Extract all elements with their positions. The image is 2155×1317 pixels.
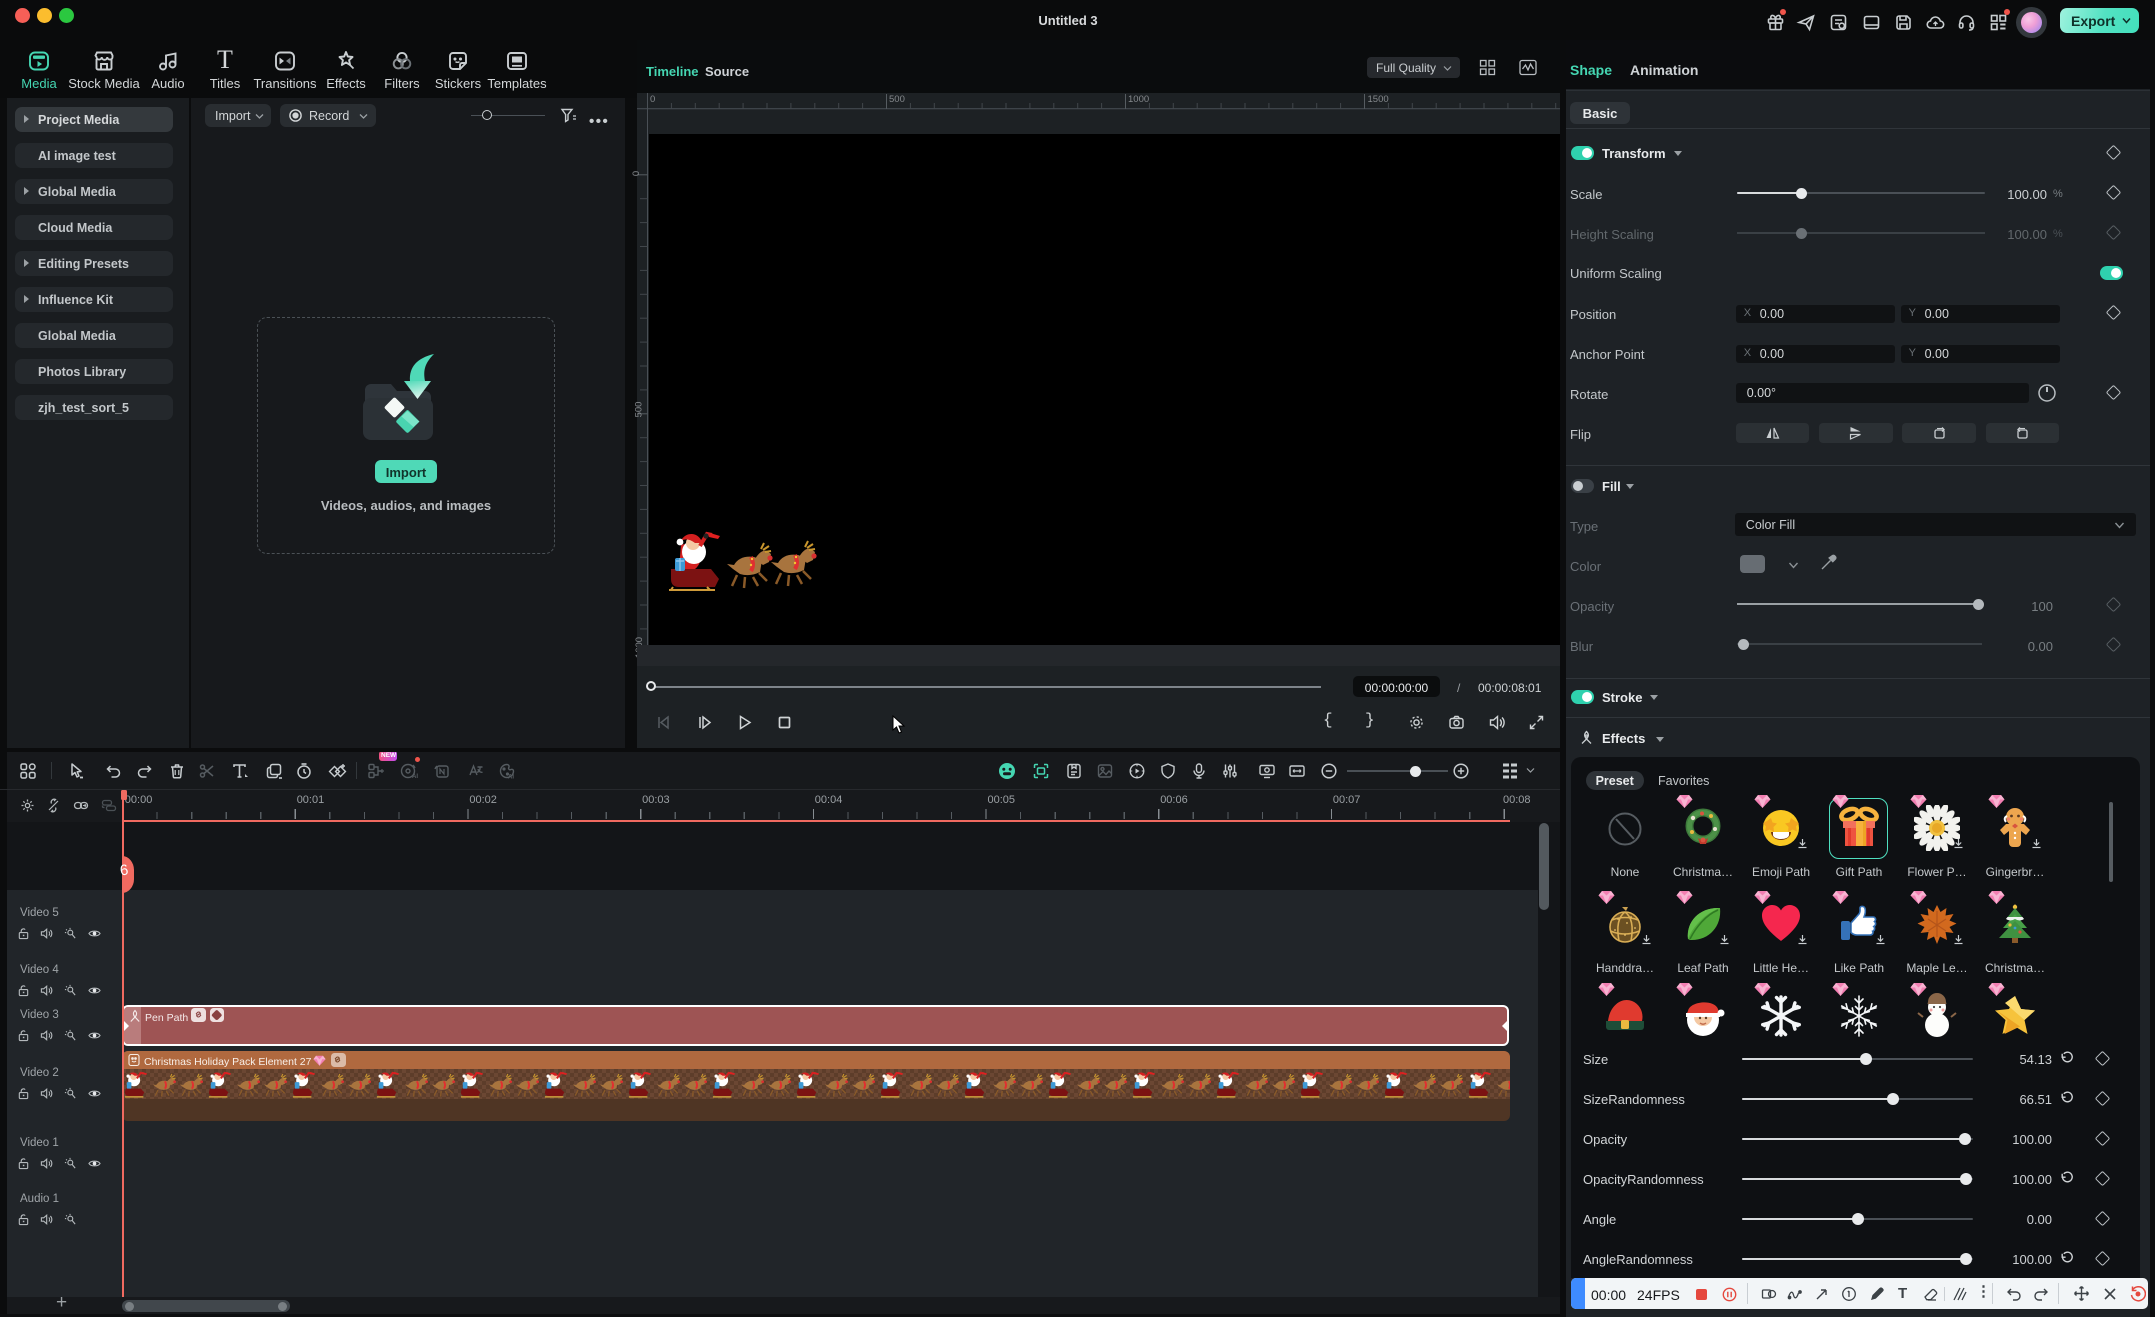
svg-text:AI: AI xyxy=(412,774,418,780)
svg-text:AI: AI xyxy=(508,775,514,781)
